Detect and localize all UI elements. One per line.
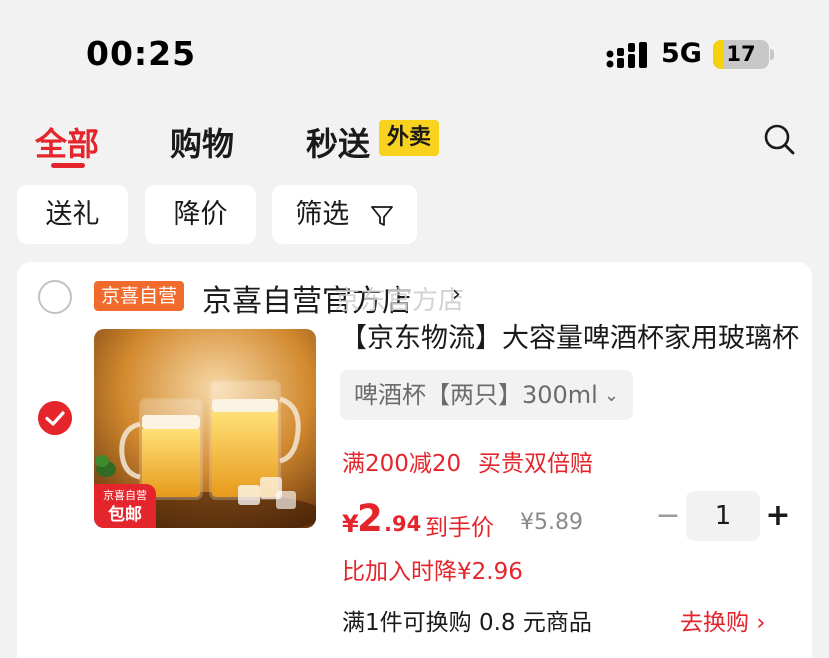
check-icon[interactable]: [38, 401, 72, 435]
network-type: 5G: [661, 38, 702, 69]
promo-price-guarantee[interactable]: 买贵双倍赔: [478, 444, 593, 478]
shop-select-checkbox[interactable]: [38, 280, 72, 314]
quantity-decrease-button[interactable]: −: [652, 496, 684, 536]
filter-button[interactable]: 筛选: [272, 185, 417, 244]
filter-gift-label: 送礼: [45, 199, 100, 230]
go-exchange-link[interactable]: 去换购 ›: [680, 603, 766, 637]
signal-icon: [606, 42, 647, 68]
takeout-badge: 外卖: [379, 120, 440, 156]
filter-button-label: 筛选: [295, 199, 350, 230]
image-badge-top: 京喜自营: [103, 489, 147, 502]
price-label: 到手价: [425, 515, 494, 541]
filter-price-drop-label: 降价: [173, 199, 228, 230]
promo-discount[interactable]: 满200减20: [342, 444, 461, 478]
battery-cap: [770, 49, 774, 60]
search-icon[interactable]: [762, 122, 796, 156]
price-decimal: .94: [384, 512, 422, 536]
product-image[interactable]: 京喜自营 包邮: [94, 329, 316, 528]
shop-chevron[interactable]: ›: [452, 282, 461, 307]
battery-indicator: 17: [713, 40, 769, 69]
product-title: 【京东物流】大容量啤酒杯家用玻璃杯: [340, 323, 799, 352]
original-price: ¥5.89: [520, 510, 583, 535]
status-time: 00:25: [86, 34, 197, 73]
quantity-input[interactable]: 1: [686, 491, 760, 541]
filter-price-drop[interactable]: 降价: [145, 185, 256, 244]
image-badge-bottom: 包邮: [108, 505, 142, 525]
exchange-offer-text: 满1件可换购 0.8 元商品: [342, 610, 592, 636]
price-drop-note: 比加入时降¥2.96: [342, 559, 523, 585]
watermark-text: 京东官方店: [334, 286, 465, 316]
image-badge: 京喜自营 包邮: [94, 484, 156, 528]
spec-selector[interactable]: 啤酒杯【两只】300ml ⌄: [340, 370, 633, 420]
tab-instant-delivery[interactable]: 秒送: [306, 119, 370, 165]
battery-level: 17: [726, 42, 756, 66]
tab-all[interactable]: 全部: [35, 119, 99, 165]
product-title-wrap[interactable]: 【京东物流】大容量啤酒杯家用玻璃杯: [340, 316, 800, 352]
shop-tag: 京喜自营: [94, 281, 185, 311]
filter-icon: [370, 205, 393, 226]
quantity-increase-button[interactable]: +: [762, 496, 794, 536]
price-integer: 2: [357, 497, 383, 540]
tab-shopping[interactable]: 购物: [170, 119, 234, 165]
filter-gift[interactable]: 送礼: [17, 185, 128, 244]
chevron-down-icon: ⌄: [603, 385, 619, 406]
spec-label: 啤酒杯【两只】300ml: [354, 381, 598, 409]
tab-active-underline: [51, 163, 85, 168]
status-bar: 00:25 5G 17: [0, 0, 829, 100]
